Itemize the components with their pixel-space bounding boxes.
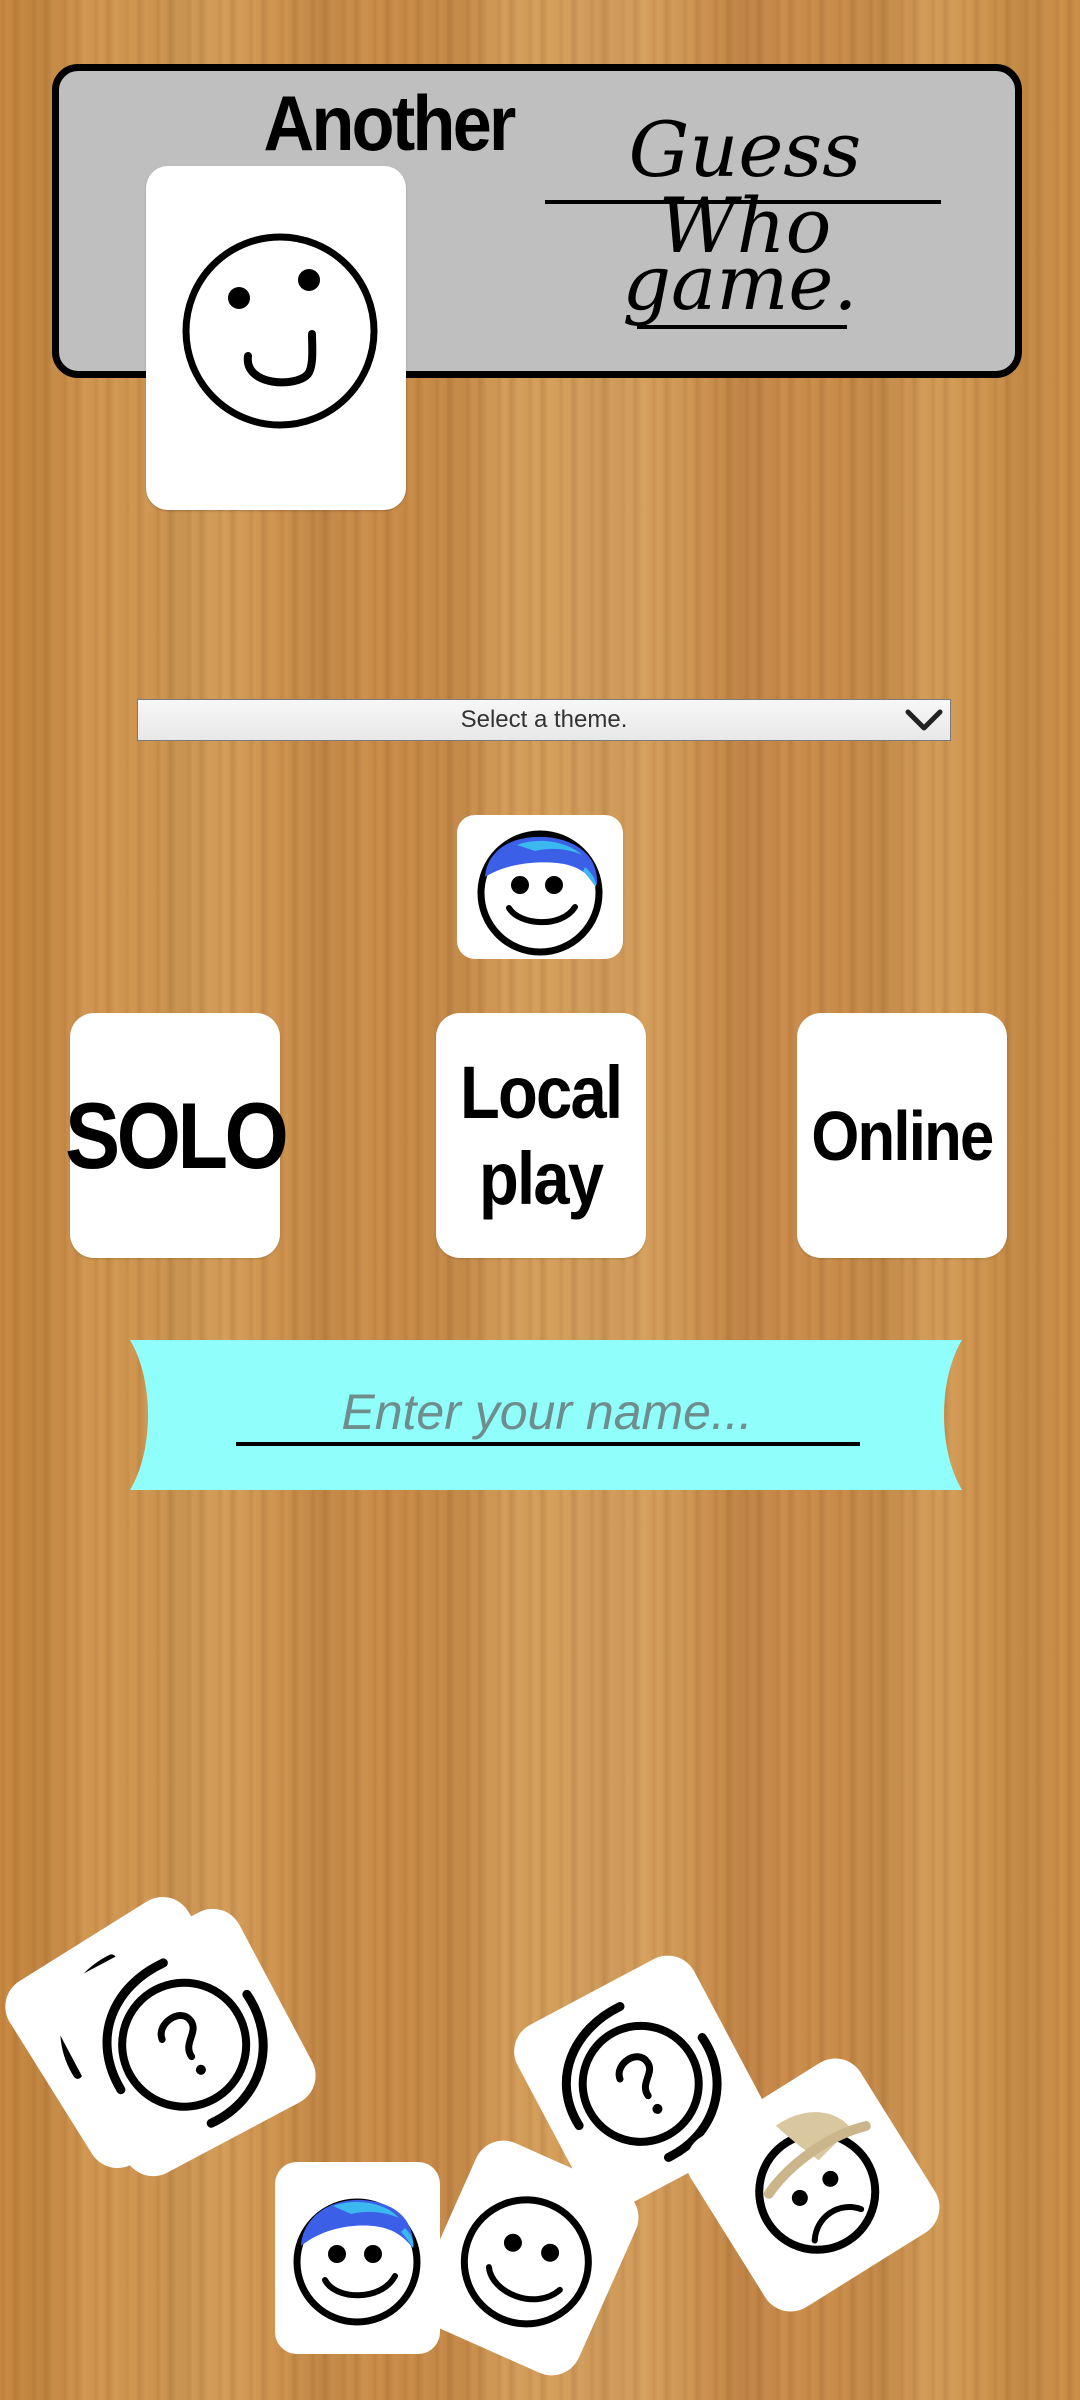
chevron-down-icon[interactable] (904, 706, 944, 734)
local-play-label: Local play (460, 1050, 623, 1220)
solo-button[interactable]: SOLO (65, 1013, 289, 1258)
theme-select-value: Select a theme. (460, 706, 628, 733)
title-underline (545, 200, 941, 204)
online-button[interactable]: Online (797, 1013, 1007, 1258)
title-underline (637, 325, 847, 329)
blue-hair-face-icon (293, 2198, 421, 2326)
name-input-underline (236, 1442, 860, 1446)
online-label: Online (811, 1096, 994, 1175)
blue-hair-face-card (275, 2162, 440, 2354)
title-another: Another (263, 79, 517, 167)
logo-card (146, 166, 406, 510)
smiley-icon (182, 233, 378, 429)
name-input[interactable] (236, 1382, 858, 1442)
local-play-button[interactable]: Local play (436, 1013, 646, 1258)
local-play-label-line1: Local (460, 1051, 623, 1135)
solo-label: SOLO (64, 1082, 289, 1188)
local-play-label-line2: play (479, 1136, 604, 1220)
theme-select[interactable]: Select a theme. (137, 699, 951, 741)
title-game: game. (622, 238, 858, 327)
blue-hair-avatar-icon (477, 830, 603, 956)
avatar-button[interactable] (457, 815, 623, 959)
